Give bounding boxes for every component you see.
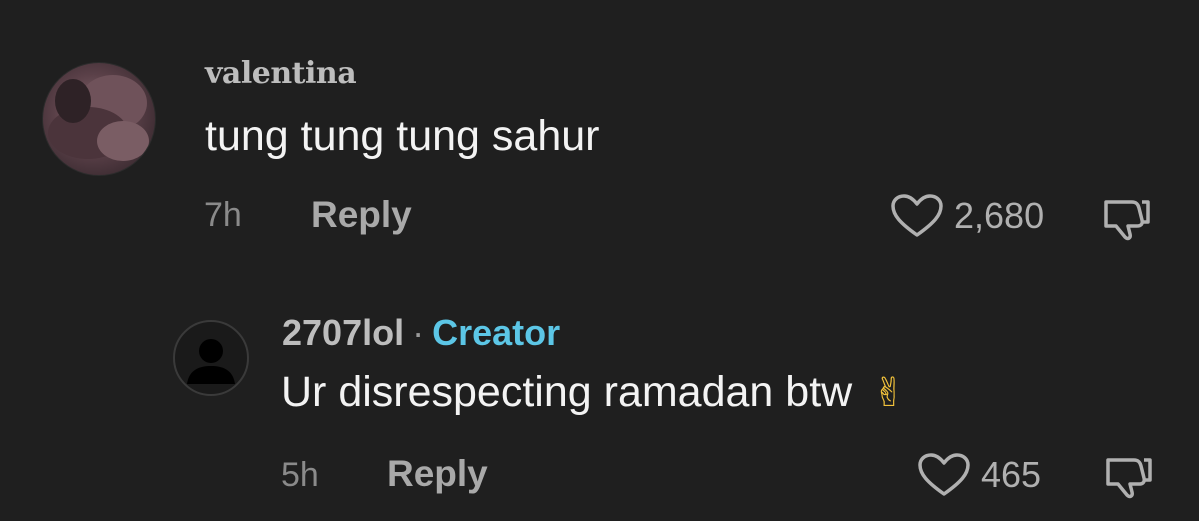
reply-username-row: 2707lol · Creator — [282, 312, 560, 354]
reply-username[interactable]: 2707lol — [282, 312, 404, 354]
dislike-icon — [1106, 458, 1152, 499]
creator-badge: Creator — [432, 312, 561, 353]
reply-text: Ur disrespecting ramadan btw — [281, 368, 853, 416]
dislike-icon — [1104, 200, 1150, 241]
avatar-photo — [48, 75, 149, 161]
avatar[interactable] — [173, 320, 249, 396]
comment-text: tung tung tung sahur — [205, 112, 600, 160]
reply-text-row: Ur disrespecting ramadan btw ✌ — [281, 368, 906, 417]
like-button[interactable]: 465 — [917, 452, 1041, 498]
separator-dot: · — [412, 312, 425, 353]
like-count: 465 — [981, 454, 1042, 495]
heart-icon — [918, 453, 970, 496]
avatar[interactable] — [42, 62, 156, 176]
default-avatar-icon — [187, 339, 235, 384]
like-count: 2,680 — [954, 195, 1045, 236]
dislike-button[interactable] — [1100, 452, 1158, 505]
comment-username[interactable]: valentina — [205, 56, 357, 91]
reply-button[interactable]: Reply — [311, 194, 412, 236]
victory-hand-emoji: ✌ — [872, 370, 906, 415]
like-button[interactable]: 2,680 — [890, 193, 1044, 239]
reply-timestamp: 5h — [281, 456, 319, 494]
reply-button[interactable]: Reply — [387, 453, 488, 495]
dislike-button[interactable] — [1098, 194, 1156, 247]
comment-timestamp: 7h — [204, 196, 242, 234]
heart-icon — [891, 194, 943, 237]
